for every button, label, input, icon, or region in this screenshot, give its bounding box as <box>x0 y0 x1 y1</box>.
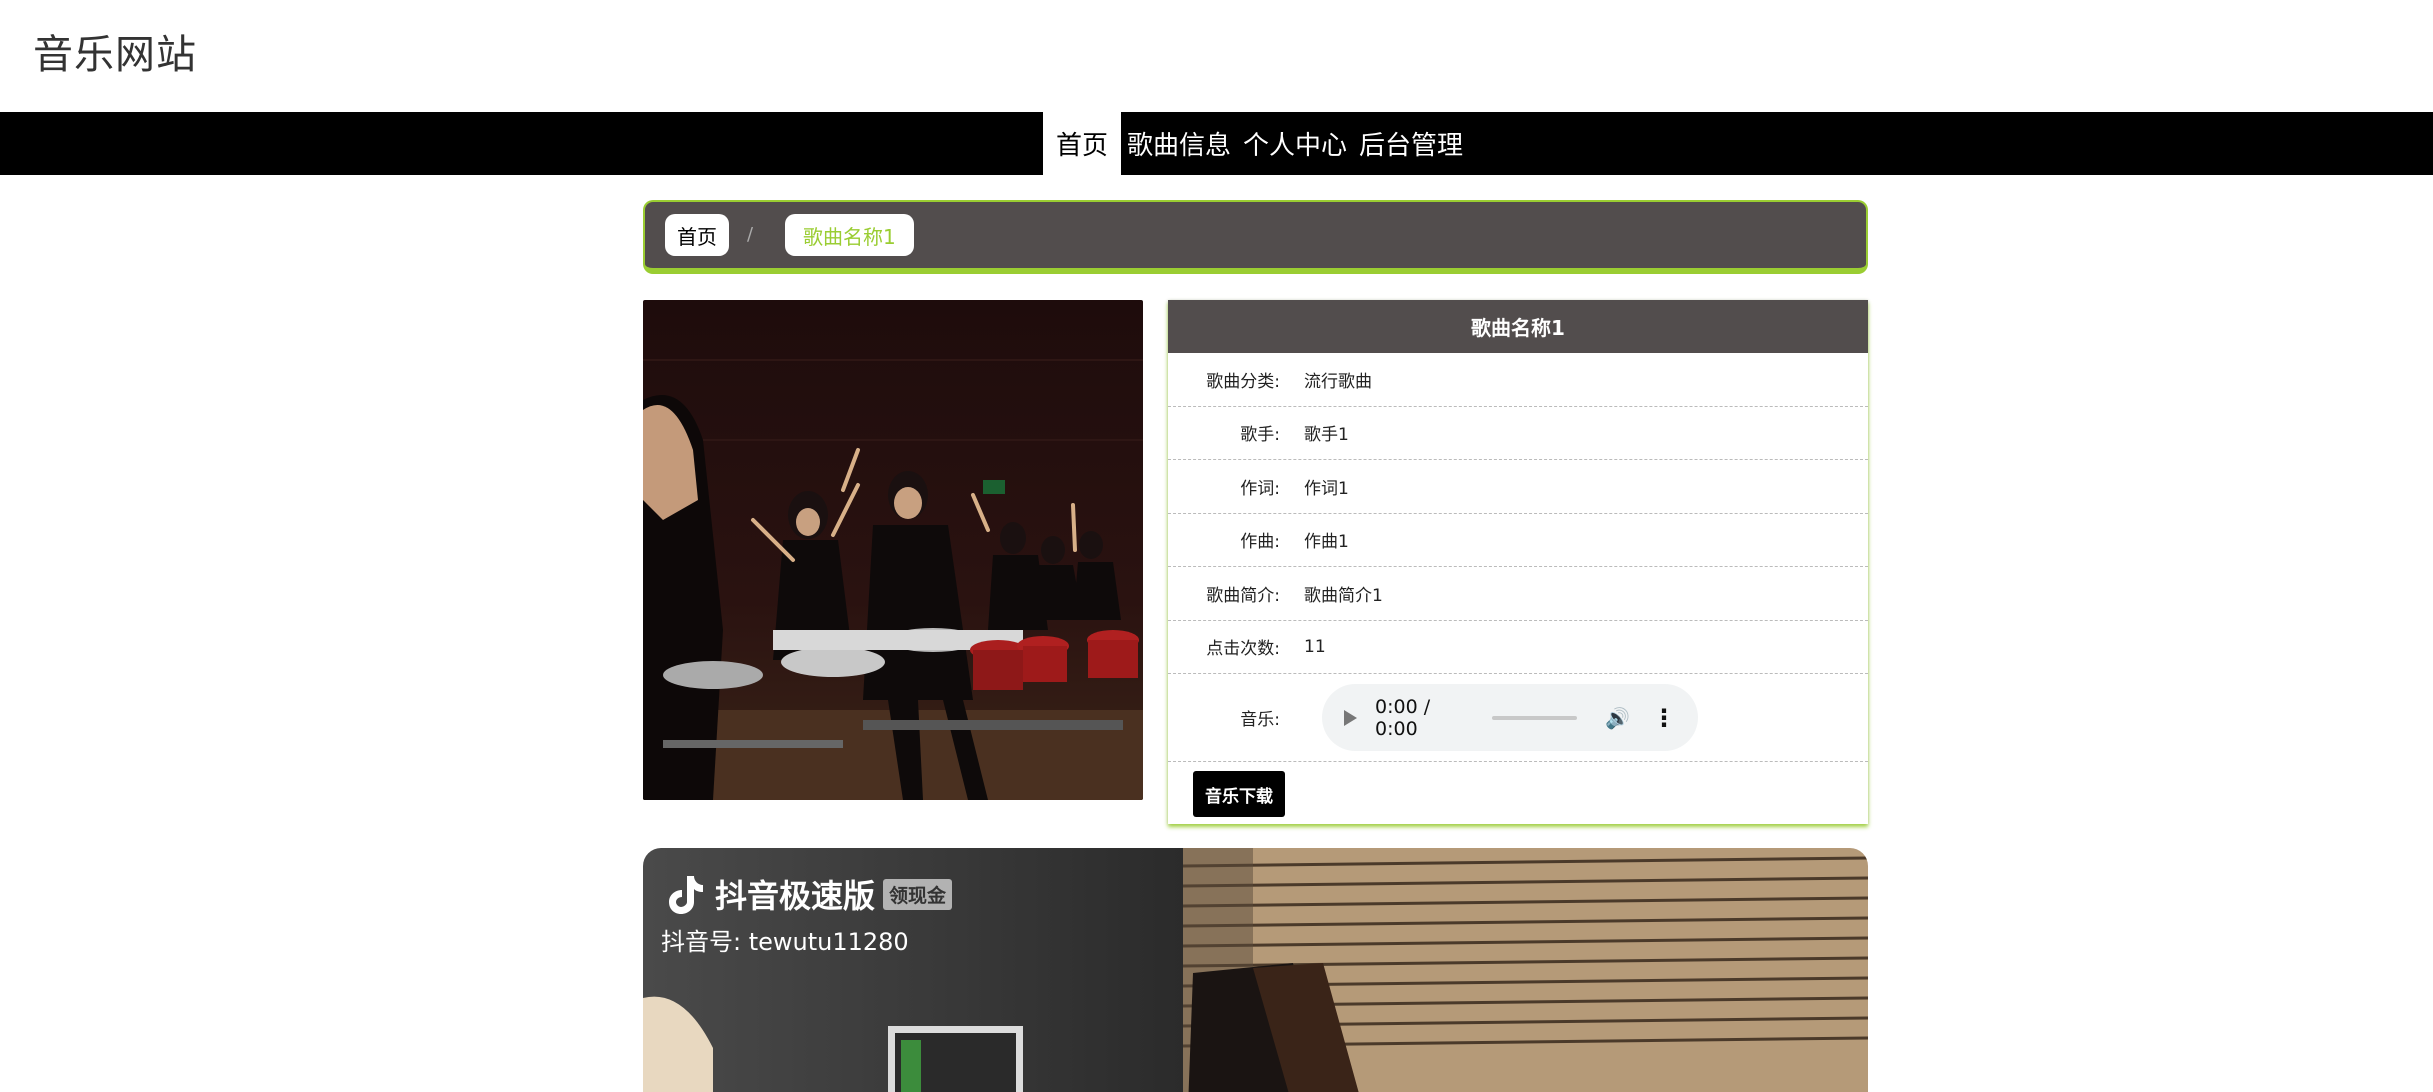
info-label: 音乐: <box>1240 710 1280 730</box>
info-row-category: 歌曲分类: 流行歌曲 <box>1168 353 1868 407</box>
nav-item-song-info[interactable]: 歌曲信息 <box>1121 112 1237 175</box>
info-row-lyricist: 作词: 作词1 <box>1168 460 1868 514</box>
info-value: 歌手1 <box>1304 425 1349 446</box>
info-label: 作词: <box>1240 478 1280 499</box>
player-time: 0:00 / 0:00 <box>1375 695 1431 740</box>
watermark-badge: 领现金 <box>883 878 953 910</box>
song-info-card: 歌曲名称1 歌曲分类: 流行歌曲 歌手: 歌手1 作词: 作词1 作曲: 作曲1… <box>1168 300 1868 824</box>
info-label: 作曲: <box>1240 532 1280 553</box>
play-icon[interactable] <box>1344 709 1357 726</box>
progress-slider[interactable] <box>1491 715 1578 720</box>
song-title: 歌曲名称1 <box>1168 300 1868 353</box>
breadcrumb: 首页 / 歌曲名称1 <box>643 200 1868 274</box>
music-download-button[interactable]: 音乐下载 <box>1193 771 1285 817</box>
info-label: 点击次数: <box>1206 639 1280 660</box>
info-value: 流行歌曲 <box>1304 371 1372 392</box>
breadcrumb-home-link[interactable]: 首页 <box>665 214 729 256</box>
song-cover-image <box>643 300 1143 800</box>
info-row-composer: 作曲: 作曲1 <box>1168 514 1868 567</box>
more-options-icon[interactable]: ⋮ <box>1652 704 1676 732</box>
info-row-clicks: 点击次数: 11 <box>1168 621 1868 674</box>
breadcrumb-separator: / <box>747 224 754 245</box>
info-value: 作曲1 <box>1304 532 1349 553</box>
info-label: 歌曲分类: <box>1206 371 1280 392</box>
download-row: 音乐下载 <box>1168 762 1868 826</box>
info-row-singer: 歌手: 歌手1 <box>1168 407 1868 460</box>
site-title: 音乐网站 <box>33 32 197 78</box>
info-value: 11 <box>1304 636 1326 657</box>
info-row-intro: 歌曲简介: 歌曲简介1 <box>1168 567 1868 621</box>
audio-player[interactable]: 0:00 / 0:00 🔊 ⋮ <box>1322 684 1698 751</box>
info-value: 歌曲简介1 <box>1304 585 1383 606</box>
info-row-music: 音乐: 0:00 / 0:00 🔊 ⋮ <box>1168 674 1868 762</box>
nav-item-admin[interactable]: 后台管理 <box>1353 112 1469 175</box>
tiktok-logo-icon <box>669 876 703 914</box>
watermark-app-name: 抖音极速版 <box>715 877 876 915</box>
watermark-title: 抖音极速版 领现金 <box>661 870 953 918</box>
main-nav: 首页 歌曲信息 个人中心 后台管理 <box>0 112 2433 175</box>
video-banner: 抖音极速版 领现金 抖音号: tewutu11280 <box>643 848 1868 1092</box>
watermark-account: 抖音号: tewutu11280 <box>661 928 909 956</box>
info-label: 歌手: <box>1240 425 1280 446</box>
breadcrumb-current: 歌曲名称1 <box>785 214 914 256</box>
info-value: 作词1 <box>1304 478 1349 499</box>
nav-item-personal-center[interactable]: 个人中心 <box>1237 112 1353 175</box>
nav-item-home[interactable]: 首页 <box>1043 112 1121 175</box>
info-label: 歌曲简介: <box>1206 585 1280 606</box>
volume-icon[interactable]: 🔊 <box>1605 706 1630 730</box>
